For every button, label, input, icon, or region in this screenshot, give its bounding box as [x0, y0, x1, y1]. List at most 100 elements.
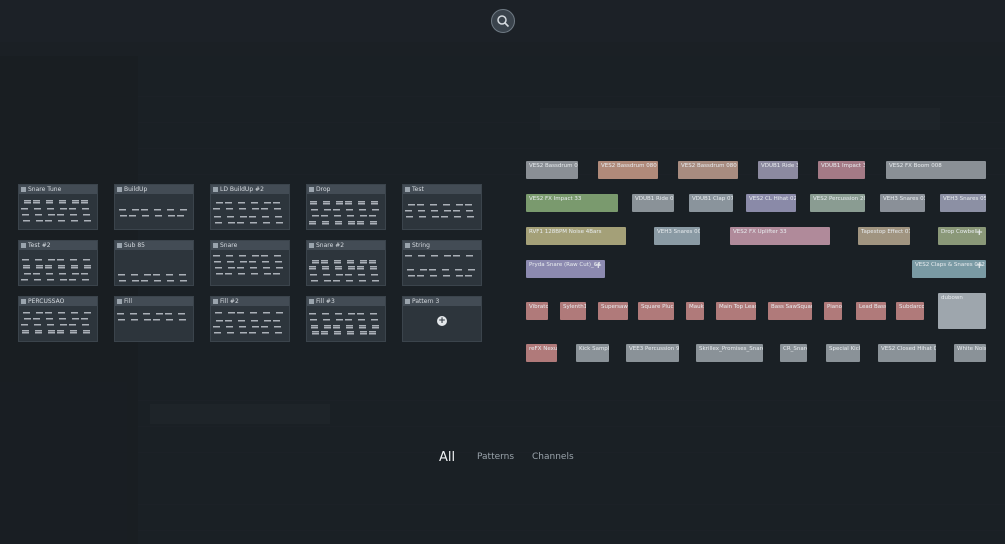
pattern-icon [309, 299, 314, 304]
channel-label: VEH3 Snares 035 [883, 196, 925, 202]
pattern-card[interactable]: Snare Tune [18, 184, 98, 230]
channel-chip[interactable]: Lead Bass [856, 302, 886, 320]
pattern-header: Fill #2 [211, 297, 289, 306]
channel-chip[interactable]: VES2 Claps & Snares 042 + [912, 260, 986, 278]
pattern-header: Sub 85 [115, 241, 193, 250]
channel-chip[interactable]: Tapestop Effect 07 [858, 227, 910, 245]
tab-channels[interactable]: Channels [532, 452, 574, 462]
channel-chip[interactable]: VES2 CL Hihat 020 [746, 194, 796, 212]
pattern-preview [307, 250, 385, 285]
pattern-title: Pattern 3 [412, 298, 440, 305]
pattern-card[interactable]: Test #2 [18, 240, 98, 286]
pattern-icon [213, 187, 218, 192]
channel-chip[interactable]: Supersaw [598, 302, 628, 320]
channel-chip[interactable]: RVF1 128BPM Noise 4Bars [526, 227, 626, 245]
channel-chip[interactable]: Bass SawSquare [768, 302, 812, 320]
channel-chip[interactable]: reFX Nexus [526, 344, 557, 362]
search-button[interactable] [491, 9, 515, 33]
tab-all[interactable]: All [439, 450, 455, 465]
channel-chip[interactable]: VEH3 Snares 035 [880, 194, 925, 212]
pattern-header: Fill #3 [307, 297, 385, 306]
pattern-icon [213, 299, 218, 304]
pattern-title: LD BuildUp #2 [220, 186, 264, 193]
pattern-header: BuildUp [115, 185, 193, 194]
new-pattern-card[interactable]: Pattern 3 + [402, 296, 482, 342]
channel-chip[interactable]: Piano [824, 302, 842, 320]
pattern-header: Snare Tune [19, 185, 97, 194]
pattern-card[interactable]: Test [402, 184, 482, 230]
channel-chip[interactable]: Square Pluck [638, 302, 674, 320]
pattern-title: Snare [220, 242, 238, 249]
channel-label: VES2 FX Uplifter 33 [733, 229, 787, 235]
channel-chip[interactable]: CR_Snare [780, 344, 807, 362]
channel-chip[interactable]: Kick Sample [576, 344, 609, 362]
pattern-preview [307, 306, 385, 341]
channel-chip[interactable]: Drop Cowbell + [938, 227, 986, 245]
pattern-title: String [412, 242, 430, 249]
pattern-preview [115, 194, 193, 229]
pattern-preview [211, 306, 289, 341]
pattern-card[interactable]: LD BuildUp #2 [210, 184, 290, 230]
channel-label: VES2 FX Boom 008 [889, 163, 942, 169]
tab-patterns[interactable]: Patterns [477, 452, 514, 462]
pattern-header: Test #2 [19, 241, 97, 250]
search-icon [496, 14, 510, 28]
channel-chip[interactable]: VES2 Closed Hihat 037 [878, 344, 936, 362]
pattern-card[interactable]: Drop [306, 184, 386, 230]
channel-chip[interactable]: White Noise [954, 344, 986, 362]
pattern-icon [309, 243, 314, 248]
channel-chip[interactable]: Vibrato [526, 302, 548, 320]
channel-label: VES2 CL Hihat 020 [749, 196, 796, 202]
pattern-card[interactable]: Fill #3 [306, 296, 386, 342]
channel-label: RVF1 128BPM Noise 4Bars [529, 229, 602, 235]
channel-chip[interactable]: Mauk [686, 302, 704, 320]
channel-chip[interactable]: Special Kick [826, 344, 860, 362]
channel-chip[interactable]: VES2 Percussion 207 [810, 194, 865, 212]
channel-chip[interactable]: VDUB1 Impact 38 [818, 161, 865, 179]
channel-label: White Noise [957, 346, 986, 352]
add-icon[interactable]: + [594, 261, 602, 271]
channel-chip[interactable]: Sylenth1 [560, 302, 586, 320]
channel-label: VES2 Claps & Snares 042 [915, 262, 985, 268]
channel-chip[interactable]: Pryda Snare (Raw Cut)_64 + [526, 260, 605, 278]
pattern-header: Snare [211, 241, 289, 250]
add-icon[interactable]: + [975, 228, 983, 238]
channel-chip[interactable]: VES2 FX Impact 33 [526, 194, 618, 212]
channel-chip[interactable]: VES2 FX Uplifter 33 [730, 227, 830, 245]
channel-chip[interactable]: VES2 Bassdrum 080 [526, 161, 578, 179]
pattern-title: PERCUSSÃO [28, 298, 65, 305]
channel-label: Supersaw [601, 304, 628, 310]
channel-label: Lead Bass [859, 304, 886, 310]
pattern-card[interactable]: Snare [210, 240, 290, 286]
channel-label: VDUB1 Ride 31 [761, 163, 798, 169]
channel-label: VEH3 Snares 056 [943, 196, 986, 202]
channel-chip[interactable]: VEH3 Snares 007 [654, 227, 700, 245]
pattern-card[interactable]: Sub 85 [114, 240, 194, 286]
add-icon[interactable]: + [975, 261, 983, 271]
pattern-card[interactable]: Snare #2 [306, 240, 386, 286]
channel-chip[interactable]: dubown [938, 293, 986, 329]
pattern-header: Drop [307, 185, 385, 194]
pattern-card[interactable]: Fill [114, 296, 194, 342]
pattern-card[interactable]: PERCUSSÃO [18, 296, 98, 342]
channel-chip[interactable]: VEH3 Snares 056 [940, 194, 986, 212]
channel-chip[interactable]: Subdarco [896, 302, 924, 320]
channel-chip[interactable]: VES2 Bassdrum 080 #1 [598, 161, 658, 179]
channel-chip[interactable]: VDUB1 Ride 31 [758, 161, 798, 179]
channel-chip[interactable]: Skrillex_Promises_Snare [696, 344, 763, 362]
pattern-icon [117, 187, 122, 192]
channel-chip[interactable]: VES2 Bassdrum 080 #2 [678, 161, 738, 179]
pattern-icon [21, 299, 26, 304]
channel-chip[interactable]: VDUB1 Clap 075 [689, 194, 733, 212]
pattern-preview [307, 194, 385, 229]
channel-chip[interactable]: VDUB1 Ride 01 [632, 194, 674, 212]
pattern-card[interactable]: String [402, 240, 482, 286]
channel-label: Mauk [689, 304, 704, 310]
pattern-card[interactable]: Fill #2 [210, 296, 290, 342]
channel-label: VES2 FX Impact 33 [529, 196, 582, 202]
add-icon[interactable]: + [437, 316, 447, 326]
channel-chip[interactable]: VES2 FX Boom 008 [886, 161, 986, 179]
channel-chip[interactable]: Main Top Lead [716, 302, 756, 320]
channel-chip[interactable]: VEE3 Percussion 98 [626, 344, 679, 362]
pattern-card[interactable]: BuildUp [114, 184, 194, 230]
